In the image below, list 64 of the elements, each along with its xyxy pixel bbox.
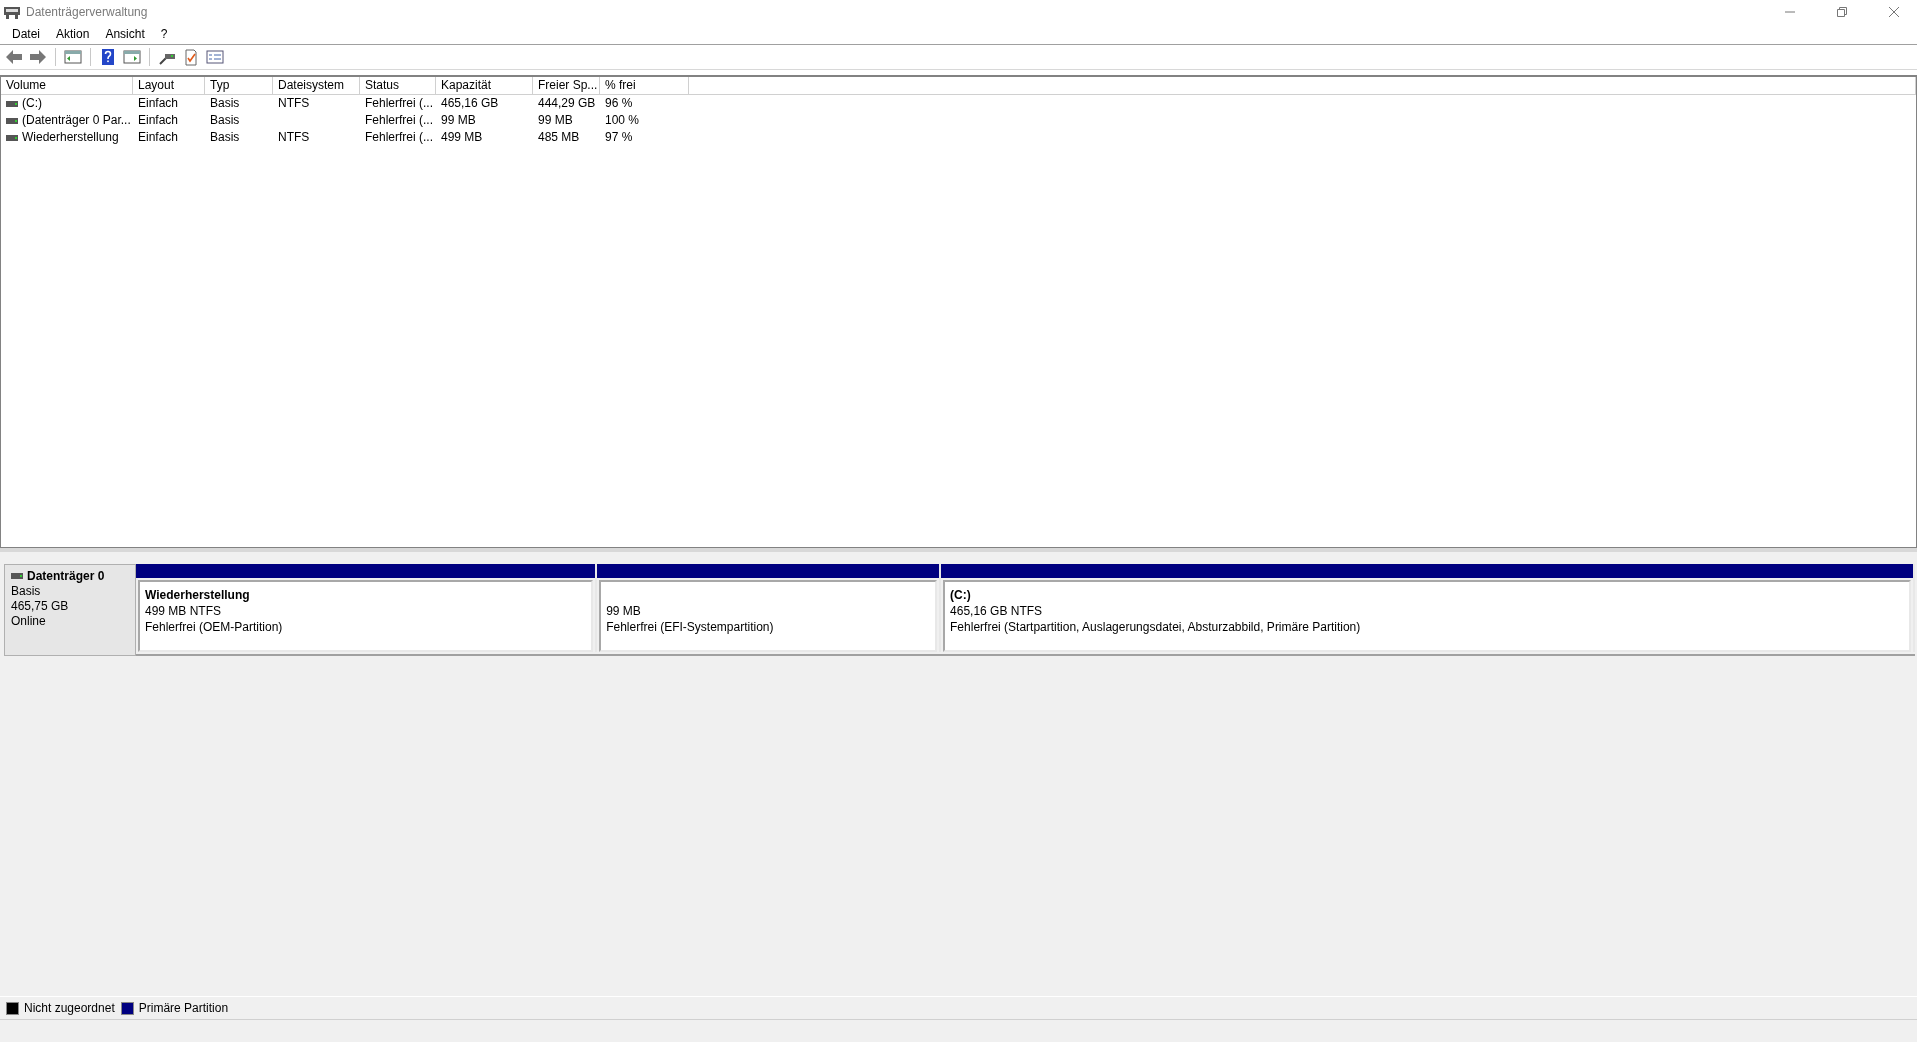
forward-icon[interactable] (28, 47, 48, 67)
column-header[interactable]: Typ (205, 77, 273, 95)
column-header[interactable]: Freier Sp... (533, 77, 600, 95)
partition-size: 99 MB (606, 604, 642, 618)
drive-icon (6, 134, 18, 141)
partition-block[interactable]: (C:) 465,16 GB NTFS Fehlerfrei (Startpartition, Auslagerungsdatei, Absturzabbild, Primäre Partition) (943, 580, 1911, 652)
column-header[interactable]: Status (360, 77, 436, 95)
table-cell: 96 % (605, 95, 633, 112)
menu-item[interactable]: Datei (4, 27, 48, 41)
table-cell: 99 MB (441, 112, 476, 129)
table-cell: 444,29 GB (538, 95, 596, 112)
legend-label: Nicht zugeordnet (24, 1001, 115, 1015)
menu-item[interactable]: ? (152, 27, 176, 41)
column-header[interactable]: Dateisystem (273, 77, 360, 95)
table-cell: 100 % (605, 112, 640, 129)
column-header[interactable]: Kapazität (436, 77, 533, 95)
partition-status: Fehlerfrei (Startpartition, Auslagerungsdatei, Absturzabbild, Primäre Partition) (950, 620, 1362, 634)
table-cell: Basis (210, 112, 240, 129)
properties-icon[interactable] (205, 47, 225, 67)
drive-icon (6, 117, 18, 124)
drive-icon (6, 100, 18, 107)
legend-label: Primäre Partition (138, 1001, 229, 1015)
partition-size: 465,16 GB NTFS (950, 604, 1044, 618)
table-cell: Einfach (138, 129, 179, 146)
partition-name: (C:) (950, 588, 972, 602)
window-title: Datenträgerverwaltung (26, 5, 149, 19)
table-cell: Fehlerfrei (... (365, 129, 433, 146)
table-cell: 499 MB (441, 129, 483, 146)
partition-status: Fehlerfrei (OEM-Partition) (145, 620, 284, 634)
app-icon (4, 5, 20, 19)
table-cell: Fehlerfrei (... (365, 112, 433, 129)
partition-block[interactable]: 99 MB Fehlerfrei (EFI-Systempartition) (599, 580, 938, 652)
menu-item[interactable]: Ansicht (97, 27, 153, 41)
table-cell: Basis (210, 129, 240, 146)
table-cell: NTFS (278, 129, 310, 146)
table-cell: 97 % (605, 129, 633, 146)
restore-icon[interactable] (1837, 7, 1847, 17)
menu-item[interactable]: Aktion (48, 27, 98, 41)
disk-label-panel[interactable]: Datenträger 0 Basis 465,75 GB Online (4, 564, 136, 656)
partition-name: Wiederherstellung (145, 588, 251, 602)
table-cell[interactable]: (C:) (22, 95, 42, 112)
table-cell: Fehlerfrei (... (365, 95, 433, 112)
table-cell: 485 MB (538, 129, 580, 146)
drive-icon (11, 573, 23, 579)
table-cell: 465,16 GB (441, 95, 499, 112)
table-cell[interactable]: (Datenträger 0 Par... (22, 112, 131, 129)
panel-icon[interactable] (63, 47, 83, 67)
column-header[interactable]: Layout (133, 77, 205, 95)
table-cell: Basis (210, 95, 240, 112)
table-cell: NTFS (278, 95, 310, 112)
disk-type: Basis (11, 584, 42, 598)
table-cell[interactable]: Wiederherstellung (22, 129, 119, 146)
disk-state: Online (11, 614, 47, 628)
column-header[interactable]: % frei (600, 77, 689, 95)
disk-name: Datenträger 0 (27, 569, 105, 583)
close-icon[interactable] (1889, 7, 1899, 17)
table-cell: Einfach (138, 112, 179, 129)
table-cell: 99 MB (538, 112, 573, 129)
partition-size: 499 MB NTFS (145, 604, 223, 618)
column-header[interactable]: Volume (1, 77, 133, 95)
partition-block[interactable]: Wiederherstellung 499 MB NTFS Fehlerfrei (OEM-Partition) (138, 580, 594, 652)
disk-size: 465,75 GB (11, 599, 70, 613)
table-cell: Einfach (138, 95, 179, 112)
partition-status: Fehlerfrei (EFI-Systempartition) (606, 620, 775, 634)
